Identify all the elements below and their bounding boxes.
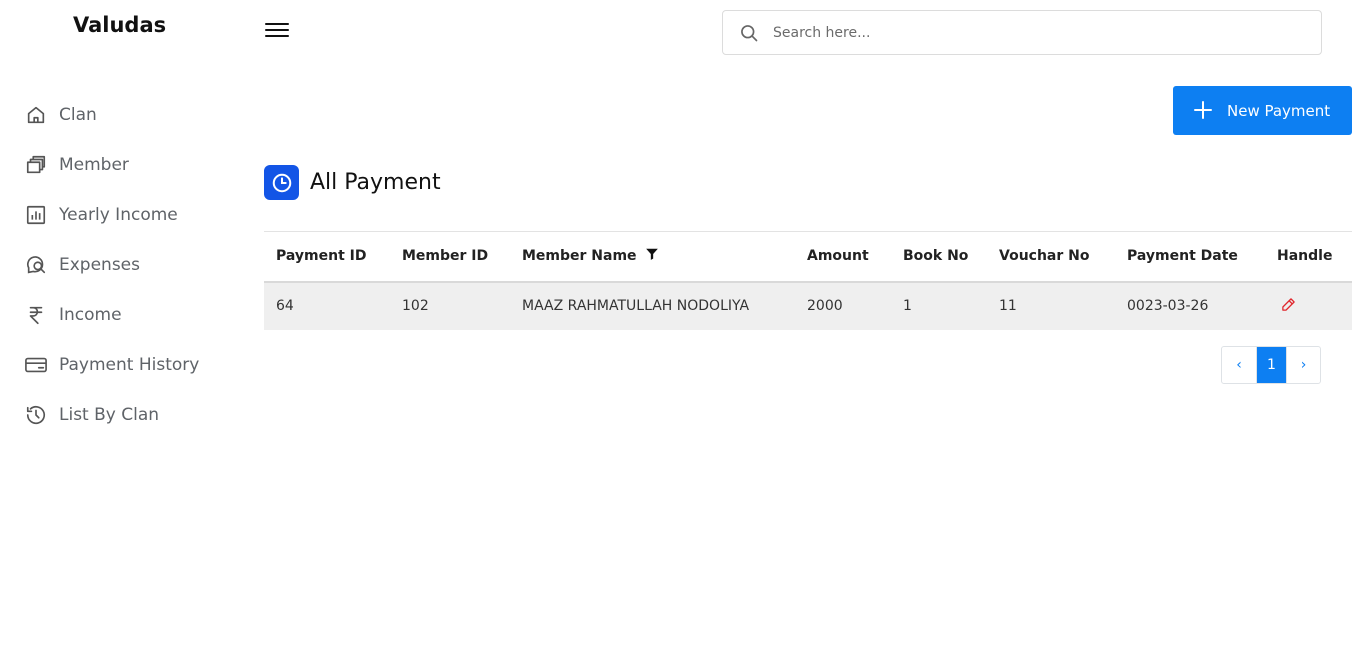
sidebar-item-member[interactable]: Member	[24, 140, 244, 190]
column-header-label: Member Name	[522, 248, 637, 265]
section-header: All Payment	[264, 165, 441, 200]
sidebar-item-clan[interactable]: Clan	[24, 90, 244, 140]
menu-line	[265, 35, 289, 37]
cell-payment-id: 64	[264, 281, 390, 330]
home-icon	[24, 103, 48, 127]
sidebar-item-income[interactable]: Income	[24, 290, 244, 340]
pagination-next-button[interactable]: ›	[1286, 347, 1320, 383]
cell-book-no: 1	[891, 281, 987, 330]
bar-chart-icon	[24, 203, 48, 227]
new-payment-button[interactable]: New Payment	[1173, 86, 1352, 135]
menu-line	[265, 23, 289, 25]
column-header-book-no[interactable]: Book No	[891, 231, 987, 283]
sidebar-item-label: Member	[59, 155, 129, 175]
sidebar-item-label: Clan	[59, 105, 97, 125]
column-header-amount[interactable]: Amount	[795, 231, 891, 283]
sidebar-item-yearly-income[interactable]: Yearly Income	[24, 190, 244, 240]
cell-member-id: 102	[390, 281, 510, 330]
rupee-icon	[24, 303, 48, 327]
sidebar-item-label: Payment History	[59, 355, 200, 375]
cell-handle	[1265, 281, 1352, 330]
sidebar-item-label: Yearly Income	[59, 205, 178, 225]
sidebar-item-list-by-clan[interactable]: List By Clan	[24, 390, 244, 440]
column-header-member-id[interactable]: Member ID	[390, 231, 510, 283]
sidebar-item-label: Expenses	[59, 255, 140, 275]
menu-line	[265, 29, 289, 31]
new-payment-label: New Payment	[1227, 101, 1331, 120]
pagination-prev-button[interactable]: ‹	[1222, 347, 1256, 383]
column-header-member-name[interactable]: Member Name	[510, 231, 795, 283]
pagination-page-1[interactable]: 1	[1256, 347, 1286, 383]
sidebar-item-label: Income	[59, 305, 122, 325]
column-header-vouchar-no[interactable]: Vouchar No	[987, 231, 1115, 283]
cell-payment-date: 0023-03-26	[1115, 281, 1265, 330]
cell-vouchar-no: 11	[987, 281, 1115, 330]
table-row[interactable]: 64 102 MAAZ RAHMATULLAH NODOLIYA 2000 1 …	[264, 281, 1352, 330]
edit-icon[interactable]	[1281, 297, 1296, 316]
cell-amount: 2000	[795, 281, 891, 330]
brand-logo: Valudas	[73, 13, 167, 37]
sidebar: Clan Member Yearly Income Expenses Incom…	[24, 90, 244, 440]
search-input[interactable]	[773, 24, 1293, 41]
filter-icon[interactable]	[645, 247, 659, 265]
page-title: All Payment	[310, 170, 441, 195]
pagination: ‹ 1 ›	[1221, 346, 1321, 384]
sidebar-item-label: List By Clan	[59, 405, 160, 425]
sidebar-item-payment-history[interactable]: Payment History	[24, 340, 244, 390]
search-icon	[737, 21, 761, 45]
column-header-payment-date[interactable]: Payment Date	[1115, 231, 1265, 283]
cell-member-name: MAAZ RAHMATULLAH NODOLIYA	[510, 281, 795, 330]
sidebar-item-expenses[interactable]: Expenses	[24, 240, 244, 290]
payments-table: Payment ID Member ID Member Name Amount …	[264, 231, 1352, 330]
plus-icon	[1193, 97, 1213, 125]
search-chat-icon	[24, 253, 48, 277]
clock-icon	[264, 165, 299, 200]
wallet-icon	[24, 153, 48, 177]
search-bar	[722, 10, 1322, 55]
column-header-handle: Handle	[1265, 231, 1352, 283]
menu-toggle-icon[interactable]	[265, 23, 289, 41]
credit-card-icon	[24, 353, 48, 377]
history-icon	[24, 403, 48, 427]
column-header-payment-id[interactable]: Payment ID	[264, 231, 390, 283]
table-header-row: Payment ID Member ID Member Name Amount …	[264, 231, 1352, 283]
